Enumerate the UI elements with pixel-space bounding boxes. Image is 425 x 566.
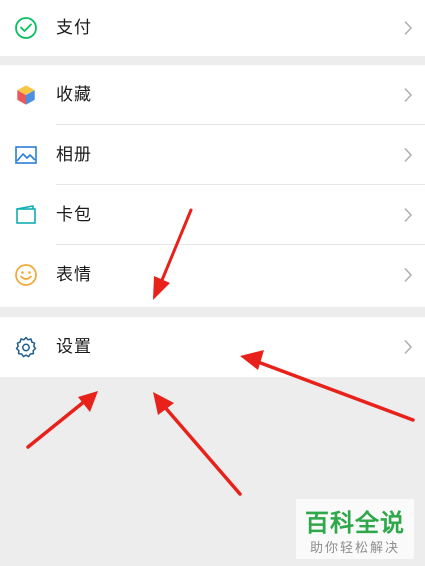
menu-item-settings[interactable]: 设置 <box>0 317 425 377</box>
features-group: 收藏 相册 卡包 表情 <box>0 65 425 307</box>
settings-group: 设置 <box>0 317 425 377</box>
menu-item-favorites[interactable]: 收藏 <box>0 65 425 125</box>
wechat-pay-icon <box>15 17 37 39</box>
menu-item-label: 设置 <box>56 337 92 357</box>
menu-item-cards[interactable]: 卡包 <box>0 185 425 245</box>
card-wallet-icon <box>16 205 36 224</box>
menu-item-pay[interactable]: 支付 <box>0 0 425 56</box>
smiley-icon <box>15 264 37 286</box>
menu-item-label: 支付 <box>56 18 92 38</box>
menu-item-album[interactable]: 相册 <box>0 125 425 185</box>
menu-item-label: 收藏 <box>56 85 92 105</box>
chevron-right-icon <box>404 207 413 223</box>
menu-item-stickers[interactable]: 表情 <box>0 245 425 305</box>
arrow-annotation <box>26 391 98 449</box>
gear-icon <box>15 336 37 358</box>
chevron-right-icon <box>404 147 413 163</box>
chevron-right-icon <box>404 339 413 355</box>
watermark-subtitle: 助你轻松解决 <box>309 541 400 556</box>
watermark: 百科全说 助你轻松解决 <box>296 499 414 559</box>
arrow-annotation <box>153 392 242 496</box>
album-image-icon <box>15 146 37 164</box>
favorites-cube-icon <box>16 84 36 106</box>
menu-item-label: 相册 <box>56 145 92 165</box>
menu-item-label: 卡包 <box>56 205 92 225</box>
pay-group: 支付 <box>0 0 425 56</box>
menu-item-label: 表情 <box>56 265 92 285</box>
chevron-right-icon <box>404 267 413 283</box>
watermark-title: 百科全说 <box>305 509 405 537</box>
chevron-right-icon <box>404 87 413 103</box>
chevron-right-icon <box>404 20 413 36</box>
